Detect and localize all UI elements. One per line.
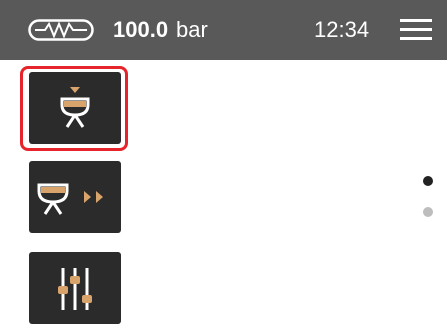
continuous-brew-icon: [37, 183, 103, 215]
single-shot-button[interactable]: [29, 72, 121, 144]
status-bar: 100.0 bar 12:34: [0, 0, 447, 60]
page-indicator-inactive[interactable]: [423, 207, 433, 217]
clock: 12:34: [314, 17, 370, 42]
continuous-brew-button[interactable]: [29, 161, 121, 233]
page-indicator-active[interactable]: [423, 176, 433, 186]
hamburger-menu-icon[interactable]: [400, 19, 432, 41]
settings-button[interactable]: [29, 252, 121, 324]
pressure-value: 100.0: [113, 17, 169, 42]
coffee-machine-screen: 100.0 bar 12:34: [0, 0, 447, 326]
pressure-unit: bar: [176, 17, 208, 42]
settings-sliders-icon: [58, 268, 92, 310]
single-shot-brew-icon: [60, 87, 90, 128]
pressure-gauge-icon: [28, 19, 94, 41]
